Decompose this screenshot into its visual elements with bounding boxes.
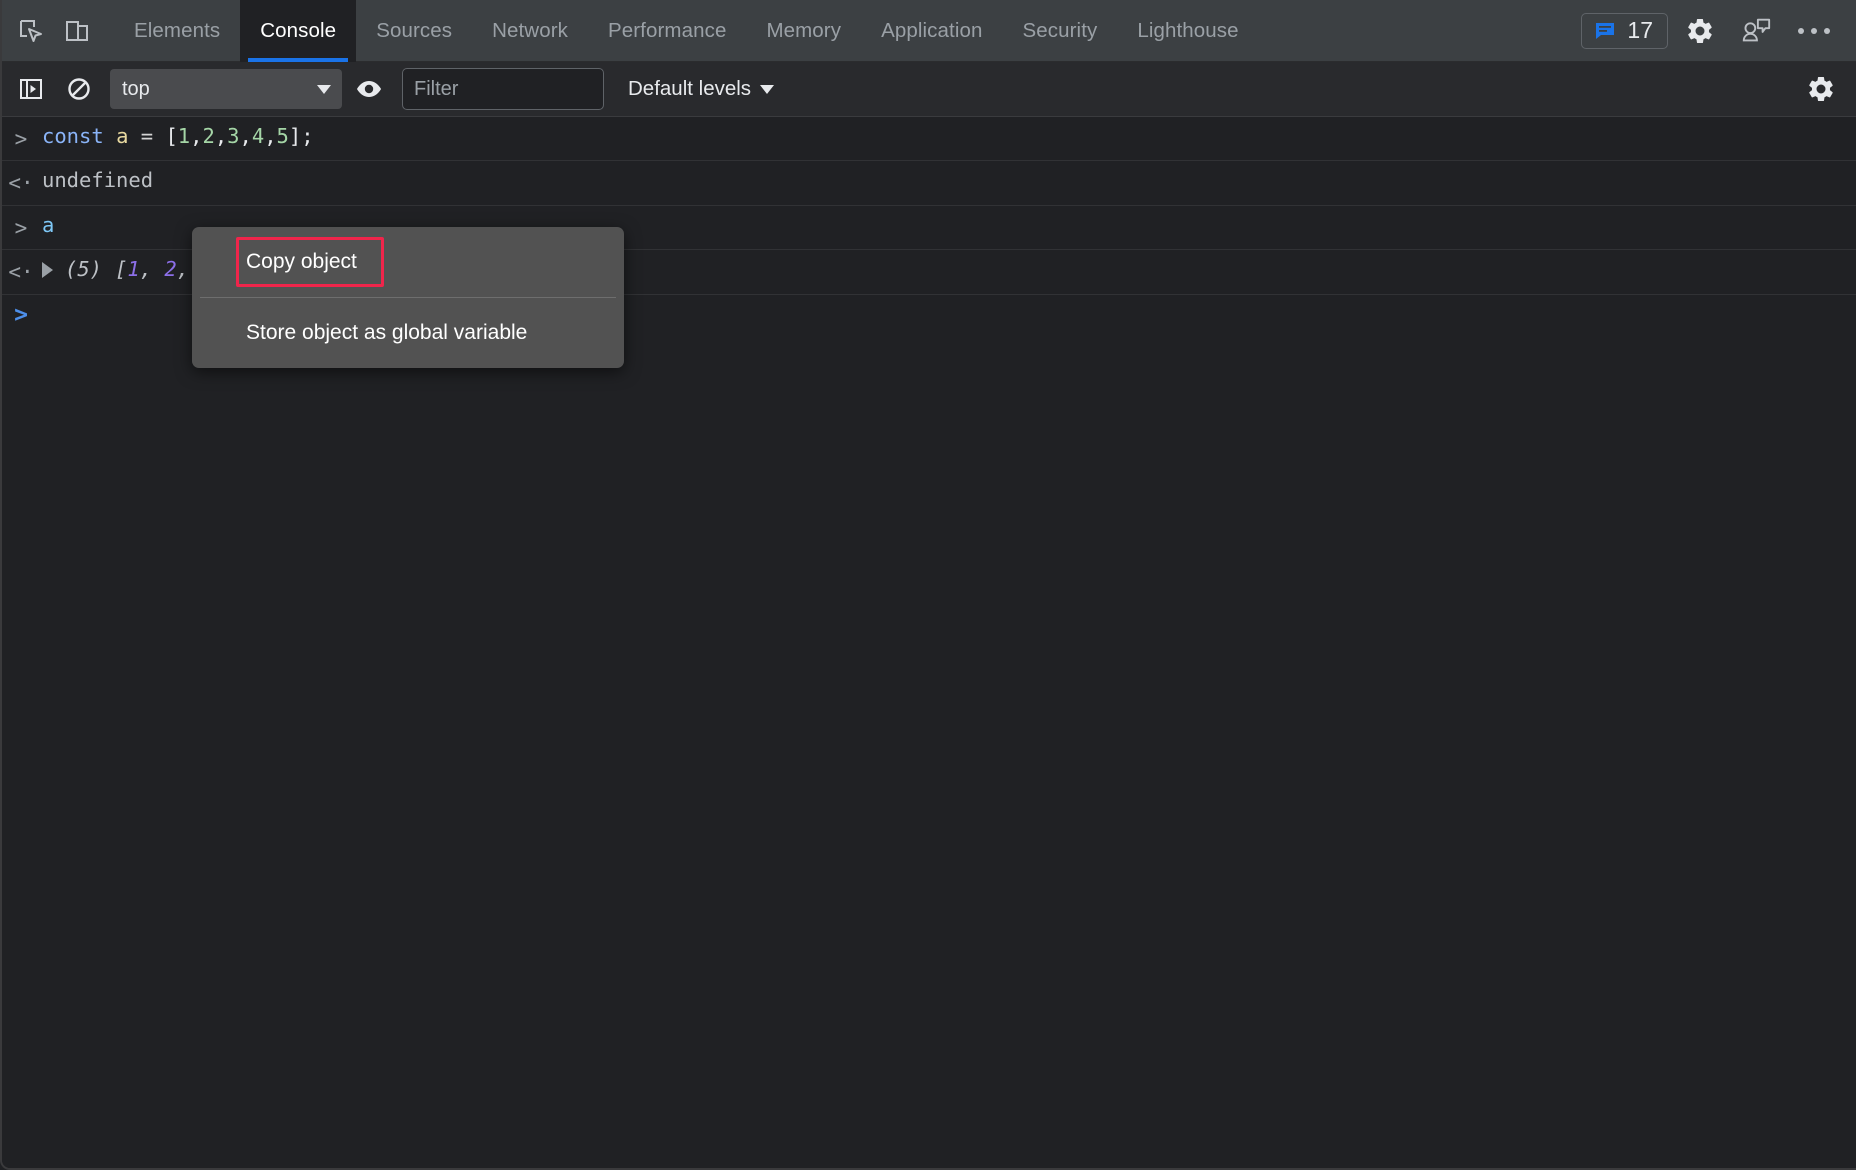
dot [1824, 28, 1830, 34]
message-count-badge[interactable]: 17 [1581, 13, 1668, 49]
message-icon [1593, 19, 1617, 43]
devtools-tabbar: Elements Console Sources Network Perform… [2, 0, 1856, 62]
dot [1811, 28, 1817, 34]
context-menu-item-label: Store object as global variable [246, 321, 527, 345]
output-arrow-icon: <· [2, 255, 40, 287]
context-menu[interactable]: Copy object Store object as global varia… [192, 227, 624, 368]
log-levels-label: Default levels [628, 77, 751, 101]
context-menu-item-copy-object[interactable]: Copy object [192, 233, 624, 291]
console-toolbar-right [1800, 68, 1842, 110]
tab-label: Network [492, 19, 568, 43]
devtools-window: Elements Console Sources Network Perform… [0, 0, 1856, 1170]
tab-memory[interactable]: Memory [746, 0, 861, 62]
console-message-list[interactable]: > const a = [1,2,3,4,5]; <· undefined > … [2, 117, 1856, 1170]
settings-gear-button[interactable] [1676, 7, 1724, 55]
tab-network[interactable]: Network [472, 0, 588, 62]
execution-context-select[interactable]: top [110, 69, 342, 109]
tab-sources[interactable]: Sources [356, 0, 472, 62]
context-menu-separator [200, 297, 616, 298]
console-settings-button[interactable] [1800, 68, 1842, 110]
tab-label: Sources [376, 19, 452, 43]
tab-elements[interactable]: Elements [114, 0, 240, 62]
show-console-sidebar-icon[interactable] [10, 68, 52, 110]
inspect-element-icon[interactable] [8, 8, 54, 54]
tabbar-actions: 17 [1581, 7, 1856, 55]
chevron-down-icon [760, 85, 774, 94]
input-gutter-glyph: > [15, 124, 28, 154]
tab-console[interactable]: Console [240, 0, 356, 62]
tab-lighthouse[interactable]: Lighthouse [1117, 0, 1258, 62]
array-value: 1 [127, 255, 139, 285]
dot [1798, 28, 1804, 34]
open-bracket: [ [115, 255, 127, 285]
tab-label: Performance [608, 19, 726, 43]
output-gutter-glyph: <· [8, 257, 33, 287]
output-arrow-icon: <· [2, 166, 40, 198]
more-options-button[interactable] [1788, 28, 1840, 34]
tab-label: Lighthouse [1137, 19, 1238, 43]
device-toolbar-icon[interactable] [54, 8, 100, 54]
console-filter-input[interactable] [402, 68, 604, 110]
array-value: 2 [164, 255, 176, 285]
tab-label: Security [1022, 19, 1097, 43]
gear-icon [1806, 74, 1836, 104]
input-gutter-glyph: > [15, 213, 28, 243]
console-input-row[interactable]: > const a = [1,2,3,4,5]; [2, 117, 1856, 161]
feedback-icon [1740, 16, 1772, 46]
message-count: 17 [1627, 19, 1653, 42]
create-live-expression-icon[interactable] [348, 68, 390, 110]
prompt-caret-icon: > [2, 302, 40, 328]
clear-console-icon[interactable] [58, 68, 100, 110]
tab-security[interactable]: Security [1002, 0, 1117, 62]
context-menu-item-label: Copy object [246, 250, 357, 274]
context-menu-item-store-global[interactable]: Store object as global variable [192, 304, 624, 362]
array-length: (5) [65, 255, 102, 285]
output-gutter-glyph: <· [8, 168, 33, 198]
input-chevron-icon: > [2, 122, 40, 154]
log-levels-dropdown[interactable]: Default levels [628, 77, 774, 101]
tab-label: Application [881, 19, 982, 43]
console-output-row[interactable]: <· undefined [2, 161, 1856, 205]
input-token: a [42, 213, 54, 237]
expand-triangle-icon[interactable] [42, 262, 53, 278]
console-input-text: const a = [1,2,3,4,5]; [40, 122, 314, 152]
tab-application[interactable]: Application [861, 0, 1002, 62]
tab-label: Memory [766, 19, 841, 43]
tab-label: Console [260, 19, 336, 43]
chevron-down-icon [317, 85, 331, 94]
console-input-text: a [40, 211, 54, 241]
devtools-tab-list: Elements Console Sources Network Perform… [114, 0, 1259, 62]
input-chevron-icon: > [2, 211, 40, 243]
execution-context-value: top [122, 78, 150, 101]
feedback-button[interactable] [1732, 7, 1780, 55]
console-toolbar: top Default levels [2, 62, 1856, 117]
console-output-text: undefined [40, 166, 153, 196]
gear-icon [1685, 16, 1715, 46]
tab-label: Elements [134, 19, 220, 43]
tab-performance[interactable]: Performance [588, 0, 746, 62]
